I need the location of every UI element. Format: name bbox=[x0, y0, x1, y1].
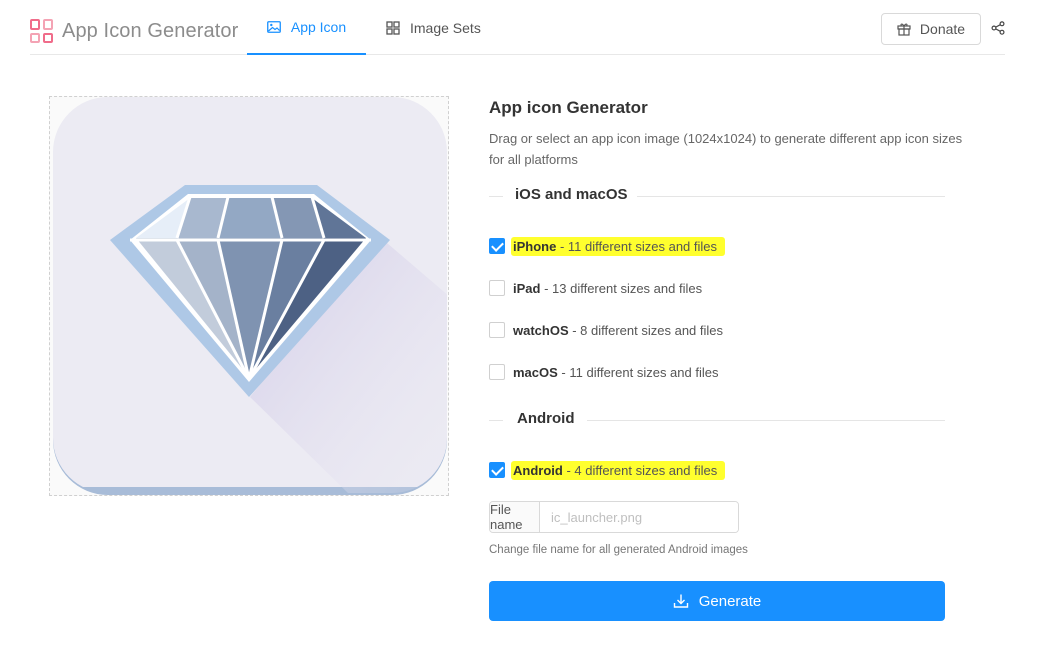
page-description: Drag or select an app icon image (1024x1… bbox=[489, 131, 963, 167]
section-divider-android: Android bbox=[489, 410, 945, 430]
app-grid-logo-icon bbox=[30, 19, 54, 43]
file-name-help-text: Change file name for all generated Andro… bbox=[489, 544, 748, 556]
file-name-input-group: File name bbox=[489, 501, 739, 533]
watchos-option-label: watchOS - 8 different sizes and files bbox=[513, 322, 724, 338]
brand-title: App Icon Generator bbox=[62, 19, 239, 42]
tab-app-icon[interactable]: App Icon bbox=[247, 0, 366, 55]
gift-icon bbox=[897, 23, 911, 36]
iphone-checkbox[interactable] bbox=[489, 238, 505, 254]
page-title: App icon Generator bbox=[489, 98, 648, 117]
image-icon bbox=[266, 20, 281, 33]
ipad-checkbox[interactable] bbox=[489, 280, 505, 296]
macos-option-label: macOS - 11 different sizes and files bbox=[513, 364, 719, 380]
option-watchos[interactable]: watchOS - 8 different sizes and files bbox=[489, 319, 723, 341]
donate-label: Donate bbox=[919, 21, 966, 37]
top-navigation-bar: App Icon Generator App Icon Image Sets D… bbox=[30, 0, 1005, 55]
option-iphone[interactable]: iPhone - 11 different sizes and files bbox=[489, 235, 726, 257]
tab-app-icon-label: App Icon bbox=[290, 18, 347, 35]
file-name-input[interactable] bbox=[540, 502, 738, 532]
android-option-label: Android - 4 different sizes and files bbox=[511, 460, 726, 480]
share-icon[interactable] bbox=[991, 21, 1005, 35]
diamond-app-icon-preview bbox=[53, 97, 447, 495]
section-title-ios: iOS and macOS bbox=[515, 186, 628, 203]
option-android[interactable]: Android - 4 different sizes and files bbox=[489, 459, 726, 481]
section-title-android: Android bbox=[517, 410, 575, 427]
generate-button[interactable]: Generate bbox=[489, 581, 945, 621]
brand[interactable]: App Icon Generator bbox=[30, 17, 238, 45]
generate-label: Generate bbox=[698, 592, 762, 610]
macos-checkbox[interactable] bbox=[489, 364, 505, 380]
tab-image-sets[interactable]: Image Sets bbox=[386, 0, 481, 55]
option-ipad[interactable]: iPad - 13 different sizes and files bbox=[489, 277, 702, 299]
donate-button[interactable]: Donate bbox=[881, 13, 981, 45]
download-icon bbox=[673, 594, 688, 608]
watchos-checkbox[interactable] bbox=[489, 322, 505, 338]
tab-image-sets-label: Image Sets bbox=[410, 19, 481, 36]
grid-icon bbox=[386, 20, 400, 35]
ipad-option-label: iPad - 13 different sizes and files bbox=[513, 280, 703, 296]
icon-drop-zone[interactable] bbox=[49, 96, 449, 496]
section-divider-ios: iOS and macOS bbox=[489, 186, 945, 206]
android-checkbox[interactable] bbox=[489, 462, 505, 478]
option-macos[interactable]: macOS - 11 different sizes and files bbox=[489, 361, 718, 383]
iphone-option-label: iPhone - 11 different sizes and files bbox=[511, 236, 726, 256]
file-name-addon-label: File name bbox=[490, 502, 540, 532]
